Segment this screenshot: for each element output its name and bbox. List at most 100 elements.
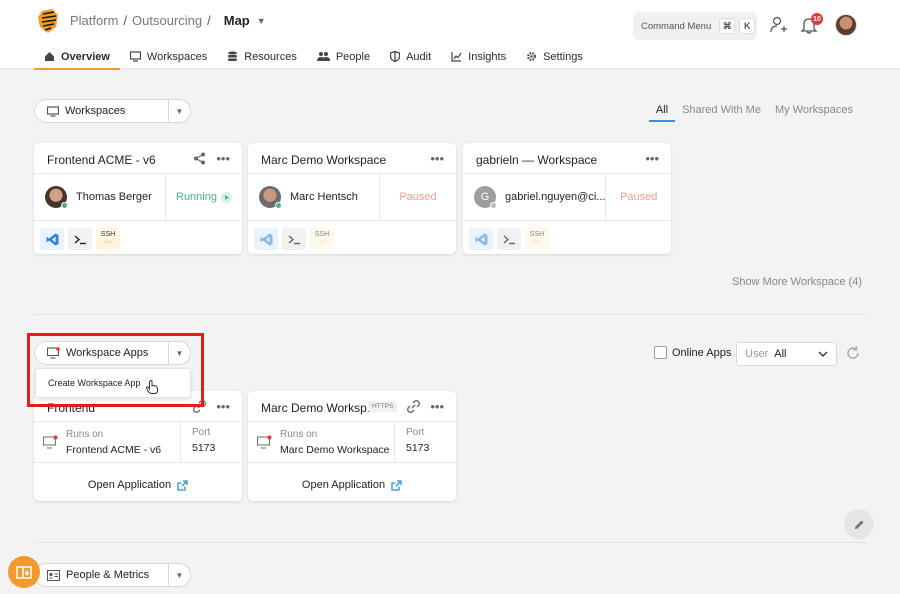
user-switch-icon[interactable] — [769, 15, 789, 35]
tab-label: Settings — [543, 50, 583, 63]
card-actions: ••• — [645, 151, 659, 166]
k-key: K — [739, 18, 756, 34]
runs-on-value: Frontend ACME - v6 — [66, 443, 162, 456]
workspace-status: Paused — [606, 174, 671, 220]
card-actions: ••• — [193, 151, 230, 166]
app-title[interactable]: Marc Demo Worksp... — [261, 401, 377, 415]
ssh-icon[interactable]: SSH -○- — [525, 228, 549, 250]
tab-workspaces[interactable]: Workspaces — [120, 44, 217, 69]
breadcrumb-current[interactable]: Map — [224, 13, 250, 28]
tab-label: Workspaces — [146, 50, 208, 63]
link-icon[interactable] — [407, 400, 421, 413]
workspace-info: G gabriel.nguyen@ci... Paused — [463, 173, 671, 221]
edit-button[interactable] — [844, 509, 874, 539]
tab-resources[interactable]: Resources — [217, 44, 307, 69]
workspace-tools: SSH -○- — [40, 228, 120, 250]
top-header: Platform / Outsourcing / Map ▼ Command M… — [0, 0, 900, 70]
status-label: Paused — [399, 191, 437, 203]
workspaces-selector-main[interactable]: Workspaces — [35, 100, 168, 122]
user-avatar[interactable] — [835, 14, 857, 36]
section-divider — [34, 314, 866, 315]
terminal-icon[interactable] — [282, 228, 306, 250]
open-application-link[interactable]: Open Application — [34, 479, 242, 491]
app-info: Runs on Frontend ACME - v6 Port 5173 — [34, 421, 242, 463]
breadcrumb-platform[interactable]: Platform — [70, 13, 118, 28]
filter-all[interactable]: All — [648, 104, 676, 122]
filter-shared[interactable]: Shared With Me — [675, 104, 768, 122]
ssh-icon[interactable]: SSH -○- — [96, 228, 120, 250]
workspace-title[interactable]: gabrieln — Workspace — [476, 153, 597, 167]
tab-audit[interactable]: Audit — [380, 44, 441, 69]
play-icon[interactable] — [220, 191, 232, 203]
share-icon[interactable] — [193, 152, 206, 165]
show-more-workspaces-link[interactable]: Show More Workspace (4) — [732, 276, 862, 288]
highlight-box — [27, 333, 204, 407]
help-button[interactable] — [8, 556, 40, 588]
card-actions: HTTPS ••• — [368, 399, 444, 414]
open-application-link[interactable]: Open Application — [248, 479, 456, 491]
workspace-status[interactable]: Running — [166, 174, 242, 220]
platform-logo[interactable] — [38, 9, 60, 33]
breadcrumb-outsourcing[interactable]: Outsourcing — [132, 13, 202, 28]
app-monitor-icon — [257, 435, 272, 449]
tab-people[interactable]: People — [307, 44, 380, 69]
more-options-icon[interactable]: ••• — [430, 151, 444, 166]
refresh-icon[interactable] — [846, 346, 860, 360]
breadcrumb: Platform / Outsourcing / Map ▼ — [70, 13, 266, 28]
workspace-title[interactable]: Marc Demo Workspace — [261, 153, 386, 167]
ssh-label: SSH — [100, 231, 116, 238]
more-options-icon[interactable]: ••• — [430, 399, 444, 414]
owner-name: Marc Hentsch — [290, 191, 358, 203]
workspace-title[interactable]: Frontend ACME - v6 — [47, 153, 156, 167]
command-menu-button[interactable]: Command Menu ⌘ K — [633, 12, 757, 40]
vscode-icon[interactable] — [254, 228, 278, 250]
online-dot — [275, 202, 282, 209]
workspace-filters: All Shared With Me My Workspaces — [648, 104, 860, 122]
runs-on-block: Runs on Frontend ACME - v6 — [34, 422, 181, 462]
breadcrumb-separator: / — [123, 13, 128, 28]
workspace-card[interactable]: Frontend ACME - v6 ••• Thomas Berger Run… — [34, 143, 242, 254]
chevron-down-icon[interactable]: ▼ — [168, 100, 190, 122]
terminal-icon[interactable] — [68, 228, 92, 250]
vscode-icon[interactable] — [469, 228, 493, 250]
workspaces-selector-label: Workspaces — [65, 105, 126, 117]
command-menu-label: Command Menu — [641, 20, 712, 32]
terminal-icon[interactable] — [497, 228, 521, 250]
online-apps-checkbox[interactable] — [654, 346, 667, 359]
runs-on-value: Marc Demo Workspace — [280, 443, 390, 456]
app-monitor-icon — [43, 435, 58, 449]
tab-insights[interactable]: Insights — [441, 44, 516, 69]
more-options-icon[interactable]: ••• — [645, 151, 659, 166]
section-divider — [34, 542, 866, 543]
online-apps-toggle[interactable]: Online Apps — [654, 346, 731, 359]
chevron-down-icon[interactable]: ▼ — [168, 564, 190, 586]
owner-name: gabriel.nguyen@ci... — [505, 191, 606, 203]
filter-mine[interactable]: My Workspaces — [768, 104, 860, 122]
tab-overview[interactable]: Overview — [34, 44, 120, 70]
people-metrics-selector-main[interactable]: People & Metrics — [35, 564, 168, 586]
vscode-icon[interactable] — [40, 228, 64, 250]
offline-dot — [490, 202, 497, 209]
app-card[interactable]: Frontend ••• Runs on Frontend ACME - v6 … — [34, 391, 242, 501]
chevron-down-icon[interactable]: ▼ — [257, 16, 266, 26]
workspace-card[interactable]: Marc Demo Workspace ••• Marc Hentsch Pau… — [248, 143, 456, 254]
owner-avatar — [45, 186, 68, 209]
ssh-icon[interactable]: SSH -○- — [310, 228, 334, 250]
app-info: Runs on Marc Demo Workspace Port 5173 — [248, 421, 456, 463]
port-label: Port — [192, 427, 211, 438]
monitor-icon — [47, 105, 59, 117]
tab-settings[interactable]: Settings — [516, 44, 593, 69]
workspace-card[interactable]: gabrieln — Workspace ••• G gabriel.nguye… — [463, 143, 671, 254]
id-card-icon — [47, 569, 60, 581]
workspace-owner: Thomas Berger — [34, 174, 166, 220]
status-label: Running — [176, 191, 217, 203]
app-card[interactable]: Marc Demo Worksp... HTTPS ••• Runs on Ma… — [248, 391, 456, 501]
ssh-label: SSH — [314, 231, 330, 238]
people-metrics-selector[interactable]: People & Metrics ▼ — [34, 563, 191, 587]
more-options-icon[interactable]: ••• — [216, 399, 230, 414]
workspaces-selector[interactable]: Workspaces ▼ — [34, 99, 191, 123]
user-filter-select[interactable]: User All — [736, 342, 837, 366]
more-options-icon[interactable]: ••• — [216, 151, 230, 166]
workspace-info: Marc Hentsch Paused — [248, 173, 456, 221]
owner-avatar — [259, 186, 282, 209]
